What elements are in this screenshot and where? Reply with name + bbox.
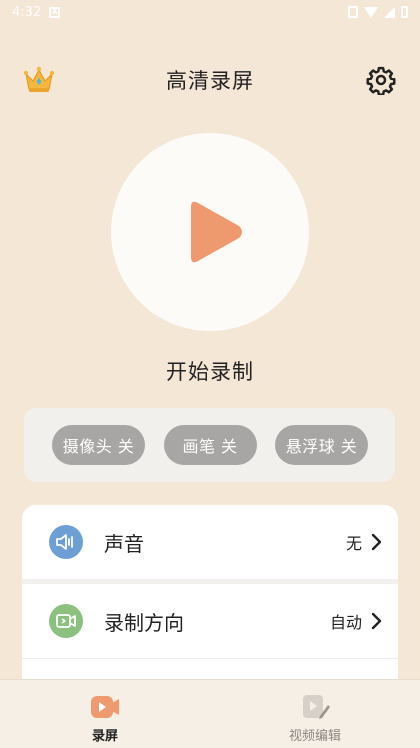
video-edit-icon xyxy=(303,695,330,719)
bottom-nav: 录屏 视频编辑 xyxy=(0,679,420,748)
nav-label-video-edit: 视频编辑 xyxy=(288,729,341,744)
direction-label: 录制方向 xyxy=(104,610,184,635)
header: 高清录屏 xyxy=(0,56,420,104)
nav-label-record: 录屏 xyxy=(91,729,118,744)
toggle-panel: 摄像头 关 画笔 关 悬浮球 关 xyxy=(24,408,395,482)
speaker-icon xyxy=(49,525,83,559)
sound-label: 声音 xyxy=(104,531,144,556)
nav-item-record[interactable]: 录屏 xyxy=(0,680,210,748)
divider xyxy=(22,658,398,659)
notification-icon: A xyxy=(49,6,61,18)
start-record-label: 开始录制 xyxy=(166,360,254,384)
sound-value: 无 xyxy=(345,534,362,553)
direction-value: 自动 xyxy=(329,613,362,632)
settings-card: 声音 无 录制方向 自动 xyxy=(22,505,398,695)
camera-toggle[interactable]: 摄像头 关 xyxy=(52,425,145,465)
setting-row-direction[interactable]: 录制方向 自动 xyxy=(22,584,398,658)
start-record-button[interactable] xyxy=(111,133,309,331)
status-bar: 4:32 A xyxy=(0,0,420,24)
record-icon xyxy=(91,696,119,718)
brush-toggle[interactable]: 画笔 关 xyxy=(163,425,257,465)
chevron-right-icon xyxy=(371,533,382,551)
status-time: 4:32 xyxy=(12,4,42,20)
nav-item-video-edit[interactable]: 视频编辑 xyxy=(210,680,420,748)
page-title: 高清录屏 xyxy=(166,69,254,93)
gear-icon[interactable] xyxy=(366,65,396,96)
floating-ball-toggle[interactable]: 悬浮球 关 xyxy=(275,425,368,465)
signal-icon xyxy=(384,6,395,18)
play-icon xyxy=(191,201,242,263)
vibrate-icon xyxy=(348,6,358,18)
battery-icon xyxy=(401,6,408,18)
setting-row-sound[interactable]: 声音 无 xyxy=(22,505,398,579)
wifi-icon xyxy=(364,6,378,18)
crown-icon[interactable] xyxy=(22,64,56,96)
chevron-right-icon xyxy=(371,612,382,630)
video-camera-icon xyxy=(49,604,83,638)
